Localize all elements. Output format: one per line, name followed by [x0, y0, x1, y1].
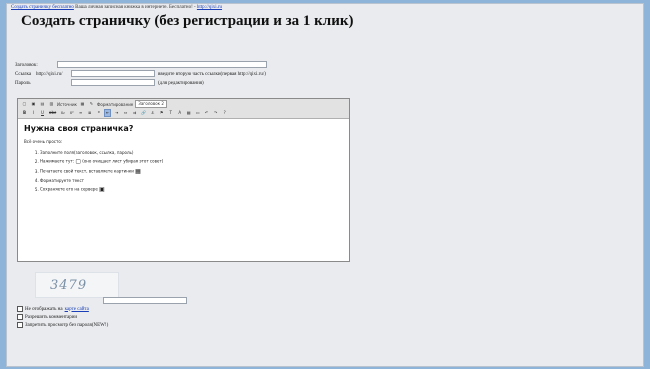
- list-item: Сохраняете его на сервере ▣: [40, 186, 343, 193]
- toolbar-row-1: ▢ ▣ ▤ ▥ Источник ▦ ✎ Форматирование Заго…: [21, 100, 167, 108]
- checkbox[interactable]: [17, 314, 23, 320]
- site-link[interactable]: http://qixi.ru: [197, 5, 222, 10]
- toolbar-row-2: B I U abc x₂ x² ≡ ≣ ❝ ⇤ ⇥ ⇔ ⇉ 🔗 ⚓ ⚑ T A …: [21, 109, 228, 117]
- bg-color-icon[interactable]: A: [176, 109, 183, 117]
- bold-icon[interactable]: B: [21, 109, 28, 117]
- editor-heading: Нужна своя страничка?: [24, 124, 134, 133]
- bullet-list-icon[interactable]: ≣: [86, 109, 93, 117]
- picture-icon: ▦: [135, 168, 141, 175]
- password-hint: (для редактирования): [158, 81, 204, 86]
- option-forbid-view[interactable]: Запретить просмотр без пароля(NEW!): [17, 322, 108, 328]
- frame-icon[interactable]: ▭: [194, 109, 201, 117]
- password-input[interactable]: [71, 79, 155, 86]
- list-item: Нажимаете тут: ▢ (оно очищает лист убира…: [40, 158, 343, 165]
- source-icon[interactable]: ▥: [48, 100, 55, 108]
- anchor-icon[interactable]: ⚓: [149, 109, 156, 117]
- strike-icon[interactable]: abc: [48, 109, 57, 117]
- title-label: Заголовок:: [15, 63, 38, 68]
- rich-text-editor[interactable]: ▢ ▣ ▤ ▥ Источник ▦ ✎ Форматирование Заго…: [17, 98, 350, 262]
- steps-list: Заполните поля(заголовок, ссылка, пароль…: [24, 150, 343, 193]
- list-item: Форматируете текст: [40, 178, 343, 183]
- superscript-icon[interactable]: x²: [68, 109, 75, 117]
- align-right-icon[interactable]: ⇥: [113, 109, 120, 117]
- editor-toolbar: ▢ ▣ ▤ ▥ Источник ▦ ✎ Форматирование Заго…: [18, 99, 349, 119]
- create-page-link[interactable]: Создать страничку бесплатно: [11, 5, 74, 10]
- eraser-icon[interactable]: ✎: [88, 100, 95, 108]
- flag-icon[interactable]: ⚑: [158, 109, 165, 117]
- source-button[interactable]: Источник: [57, 102, 77, 107]
- option-hide-map[interactable]: Не отображать на карте сайта: [17, 306, 89, 312]
- link-hint: введите вторую часть ссылки(первая http:…: [158, 72, 266, 77]
- link-prefix: http://qixi.ru/: [36, 72, 63, 77]
- editor-content[interactable]: Нужна своя страничка? Всё очень просто: …: [18, 119, 349, 201]
- new-page-icon: ▢: [75, 158, 81, 165]
- save-icon: ▣: [99, 186, 105, 193]
- text-color-icon[interactable]: T: [167, 109, 174, 117]
- site-map-link[interactable]: карте сайта: [65, 307, 89, 312]
- preview-icon[interactable]: ▤: [39, 100, 46, 108]
- blockquote-icon[interactable]: ❝: [95, 109, 102, 117]
- subscript-icon[interactable]: x₂: [59, 109, 66, 117]
- checkbox[interactable]: [17, 306, 23, 312]
- underline-icon[interactable]: U: [39, 109, 46, 117]
- align-left-icon[interactable]: ⇤: [104, 109, 112, 117]
- image-icon[interactable]: ▦: [79, 100, 86, 108]
- title-input[interactable]: [57, 61, 267, 68]
- link-input[interactable]: [71, 70, 155, 77]
- checkbox[interactable]: [17, 322, 23, 328]
- tagline: Ваша личная записная книжка в интернете.…: [75, 5, 196, 10]
- option-comments[interactable]: Разрешить комментарии: [17, 314, 77, 320]
- save-icon[interactable]: ▣: [30, 100, 37, 108]
- page-frame: Создать страничку бесплатно Ваша личная …: [6, 3, 644, 367]
- numbered-list-icon[interactable]: ≡: [77, 109, 84, 117]
- new-doc-icon[interactable]: ▢: [21, 100, 28, 108]
- editor-intro: Всё очень просто:: [24, 139, 63, 144]
- captcha-image: 3479: [35, 272, 119, 298]
- undo-icon[interactable]: ↶: [203, 109, 210, 117]
- list-item: Заполните поля(заголовок, ссылка, пароль…: [40, 150, 343, 155]
- link-icon[interactable]: 🔗: [140, 109, 147, 117]
- help-icon[interactable]: ?: [221, 109, 228, 117]
- align-justify-icon[interactable]: ⇉: [131, 109, 138, 117]
- italic-icon[interactable]: I: [30, 109, 37, 117]
- align-center-icon[interactable]: ⇔: [122, 109, 129, 117]
- page-title: Создать страничку (без регистрации и за …: [21, 13, 354, 29]
- link-label: Ссылка: [15, 72, 32, 77]
- redo-icon[interactable]: ↷: [212, 109, 219, 117]
- password-label: Пароль: [15, 81, 31, 86]
- list-item: Печатаете свой текст, вставляете картинк…: [40, 168, 343, 175]
- captcha-input[interactable]: [103, 297, 187, 304]
- heading-select[interactable]: Заголовок 2: [135, 100, 167, 108]
- table-icon[interactable]: ▦: [185, 109, 192, 117]
- top-links: Создать страничку бесплатно Ваша личная …: [11, 5, 222, 10]
- format-label: Форматирование: [96, 101, 134, 107]
